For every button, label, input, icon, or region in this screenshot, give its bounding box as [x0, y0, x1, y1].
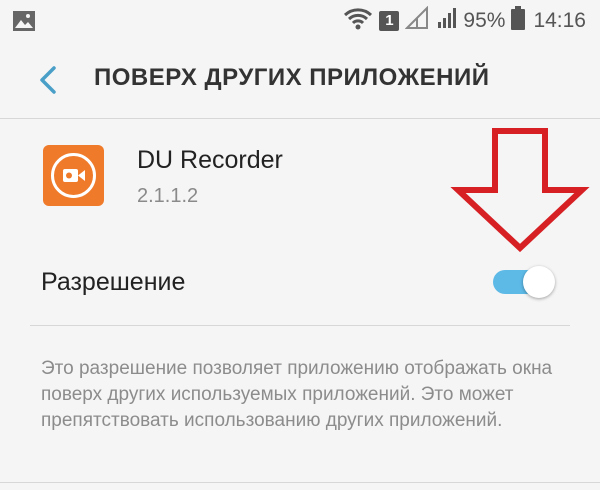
sim-badge: 1: [379, 11, 400, 31]
status-bar: 1 95% 14:16: [0, 0, 600, 44]
app-bar: ПОВЕРХ ДРУГИХ ПРИЛОЖЕНИЙ: [0, 44, 600, 118]
battery-icon: [511, 6, 526, 36]
permission-label: Разрешение: [41, 268, 186, 296]
back-chevron-icon: [40, 66, 56, 94]
permission-row[interactable]: Разрешение: [0, 248, 600, 320]
app-version: 2.1.1.2: [137, 185, 199, 207]
red-down-arrow-icon: [450, 128, 590, 253]
permission-toggle[interactable]: [493, 266, 555, 298]
bottom-divider: [0, 482, 600, 483]
permission-description: Это разрешение позволяет приложению отоб…: [41, 358, 553, 431]
header-divider: [0, 118, 600, 119]
toggle-knob: [523, 266, 555, 298]
battery-percent: 95%: [463, 9, 506, 32]
image-notification-icon: [12, 10, 36, 37]
signal-icon: [404, 5, 431, 36]
wifi-icon: [343, 6, 373, 36]
app-name: DU Recorder: [137, 146, 283, 174]
page-title: ПОВЕРХ ДРУГИХ ПРИЛОЖЕНИЙ: [94, 64, 490, 91]
back-button[interactable]: [28, 60, 68, 100]
row-divider: [30, 325, 570, 326]
signal-bars-icon: [437, 6, 457, 36]
du-recorder-icon: [43, 145, 104, 206]
clock: 14:16: [533, 9, 586, 32]
